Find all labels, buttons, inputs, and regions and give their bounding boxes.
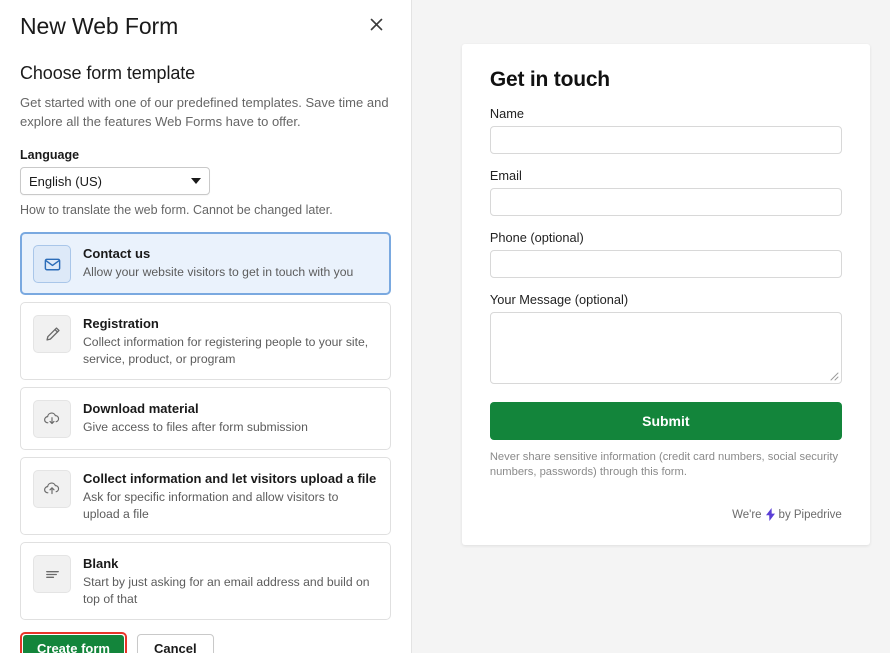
language-select-wrapper: English (US) — [20, 167, 210, 195]
template-card-text: Registration Collect information for reg… — [83, 314, 378, 368]
language-label: Language — [20, 148, 391, 162]
preview-email-input[interactable] — [490, 188, 842, 216]
template-card-registration[interactable]: Registration Collect information for reg… — [20, 302, 391, 380]
template-title: Collect information and let visitors upl… — [83, 470, 378, 487]
template-card-blank[interactable]: Blank Start by just asking for an email … — [20, 542, 391, 620]
section-description: Get started with one of our predefined t… — [20, 93, 391, 131]
preview-brand-footer: We're by Pipedrive — [490, 508, 842, 521]
create-form-button[interactable]: Create form — [23, 635, 124, 653]
template-card-text: Collect information and let visitors upl… — [83, 469, 378, 523]
language-select-value: English (US) — [29, 174, 102, 189]
text-lines-icon — [33, 555, 71, 593]
preview-form-title: Get in touch — [490, 68, 842, 92]
template-description: Give access to files after form submissi… — [83, 419, 378, 436]
template-title: Contact us — [83, 245, 378, 262]
form-preview-panel: Get in touch Name Email Phone (optional)… — [412, 0, 890, 653]
preview-field-label-phone: Phone (optional) — [490, 230, 842, 245]
template-description: Ask for specific information and allow v… — [83, 489, 378, 523]
template-card-collect-and-upload[interactable]: Collect information and let visitors upl… — [20, 457, 391, 535]
cloud-download-icon — [33, 400, 71, 438]
preview-phone-input[interactable] — [490, 250, 842, 278]
template-card-text: Contact us Allow your website visitors t… — [83, 244, 378, 281]
preview-field-label-message: Your Message (optional) — [490, 292, 842, 307]
template-list: Contact us Allow your website visitors t… — [20, 232, 391, 620]
language-select[interactable]: English (US) — [20, 167, 210, 195]
template-card-download-material[interactable]: Download material Give access to files a… — [20, 387, 391, 450]
create-form-button-highlight: Create form — [20, 632, 127, 653]
preview-field-label-name: Name — [490, 106, 842, 121]
cloud-upload-icon — [33, 470, 71, 508]
template-description: Start by just asking for an email addres… — [83, 574, 378, 608]
cancel-button[interactable]: Cancel — [137, 634, 214, 653]
preview-field-label-email: Email — [490, 168, 842, 183]
preview-message-textarea[interactable] — [490, 312, 842, 384]
template-title: Download material — [83, 400, 378, 417]
resize-handle-icon[interactable] — [828, 370, 839, 381]
dialog-header: New Web Form — [20, 0, 391, 52]
template-card-contact-us[interactable]: Contact us Allow your website visitors t… — [20, 232, 391, 295]
language-hint: How to translate the web form. Cannot be… — [20, 203, 391, 217]
dialog-footer-actions: Create form Cancel — [20, 632, 391, 653]
preview-privacy-note: Never share sensitive information (credi… — [490, 450, 842, 480]
template-card-text: Blank Start by just asking for an email … — [83, 554, 378, 608]
envelope-icon — [33, 245, 71, 283]
template-title: Blank — [83, 555, 378, 572]
template-title: Registration — [83, 315, 378, 332]
section-title: Choose form template — [20, 63, 391, 84]
brand-suffix-text: by Pipedrive — [779, 509, 842, 521]
close-icon[interactable] — [363, 10, 391, 38]
brand-prefix-text: We're — [732, 509, 761, 521]
preview-name-input[interactable] — [490, 126, 842, 154]
dialog-left-panel: New Web Form Choose form template Get st… — [0, 0, 412, 653]
preview-submit-button[interactable]: Submit — [490, 402, 842, 440]
template-description: Collect information for registering peop… — [83, 334, 378, 368]
template-description: Allow your website visitors to get in to… — [83, 264, 378, 281]
form-preview-card: Get in touch Name Email Phone (optional)… — [462, 44, 870, 545]
lightning-bolt-icon — [765, 508, 776, 521]
web-form-template-dialog: New Web Form Choose form template Get st… — [0, 0, 890, 653]
template-card-text: Download material Give access to files a… — [83, 399, 378, 436]
pencil-icon — [33, 315, 71, 353]
page-title: New Web Form — [20, 13, 178, 40]
